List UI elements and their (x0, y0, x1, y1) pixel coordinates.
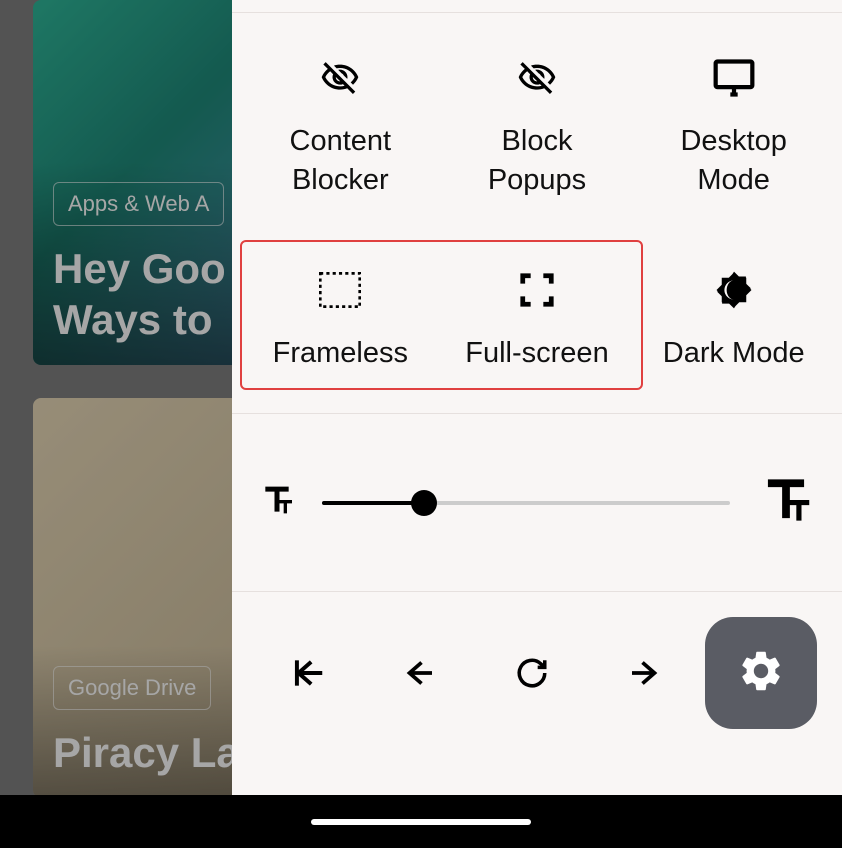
full-screen-option[interactable]: Full-screen (439, 250, 636, 383)
eye-off-icon (315, 48, 365, 108)
nav-forward-button[interactable] (593, 638, 695, 708)
home-indicator[interactable] (311, 819, 531, 825)
option-label: Dark Mode (663, 334, 805, 373)
block-popups-option[interactable]: BlockPopups (439, 38, 636, 210)
options-grid: ContentBlocker BlockPopups DesktopMode F… (232, 13, 842, 413)
text-large-icon (755, 469, 817, 536)
option-label: BlockPopups (488, 122, 586, 200)
monitor-icon (709, 48, 759, 108)
frameless-option[interactable]: Frameless (242, 250, 439, 383)
nav-back-button[interactable] (369, 638, 471, 708)
option-label: ContentBlocker (290, 122, 392, 200)
desktop-mode-option[interactable]: DesktopMode (635, 38, 832, 210)
content-blocker-option[interactable]: ContentBlocker (242, 38, 439, 210)
settings-button[interactable] (705, 617, 817, 729)
bottom-bar (0, 795, 842, 848)
option-label: Frameless (273, 334, 408, 373)
fullscreen-icon (518, 260, 556, 320)
navigation-row (232, 592, 842, 759)
option-label: DesktopMode (680, 122, 786, 200)
gear-icon (737, 647, 785, 700)
option-label: Full-screen (465, 334, 608, 373)
slider-fill (322, 501, 424, 505)
text-size-row (232, 414, 842, 591)
nav-reload-button[interactable] (481, 638, 583, 708)
slider-thumb[interactable] (411, 490, 437, 516)
dark-mode-icon (713, 260, 755, 320)
eye-off-icon (512, 48, 562, 108)
nav-home-button[interactable] (257, 638, 359, 708)
frameless-icon (319, 260, 361, 320)
text-small-icon (257, 480, 297, 525)
settings-panel: ContentBlocker BlockPopups DesktopMode F… (232, 0, 842, 795)
text-size-slider[interactable] (322, 501, 730, 505)
dark-mode-option[interactable]: Dark Mode (635, 250, 832, 383)
